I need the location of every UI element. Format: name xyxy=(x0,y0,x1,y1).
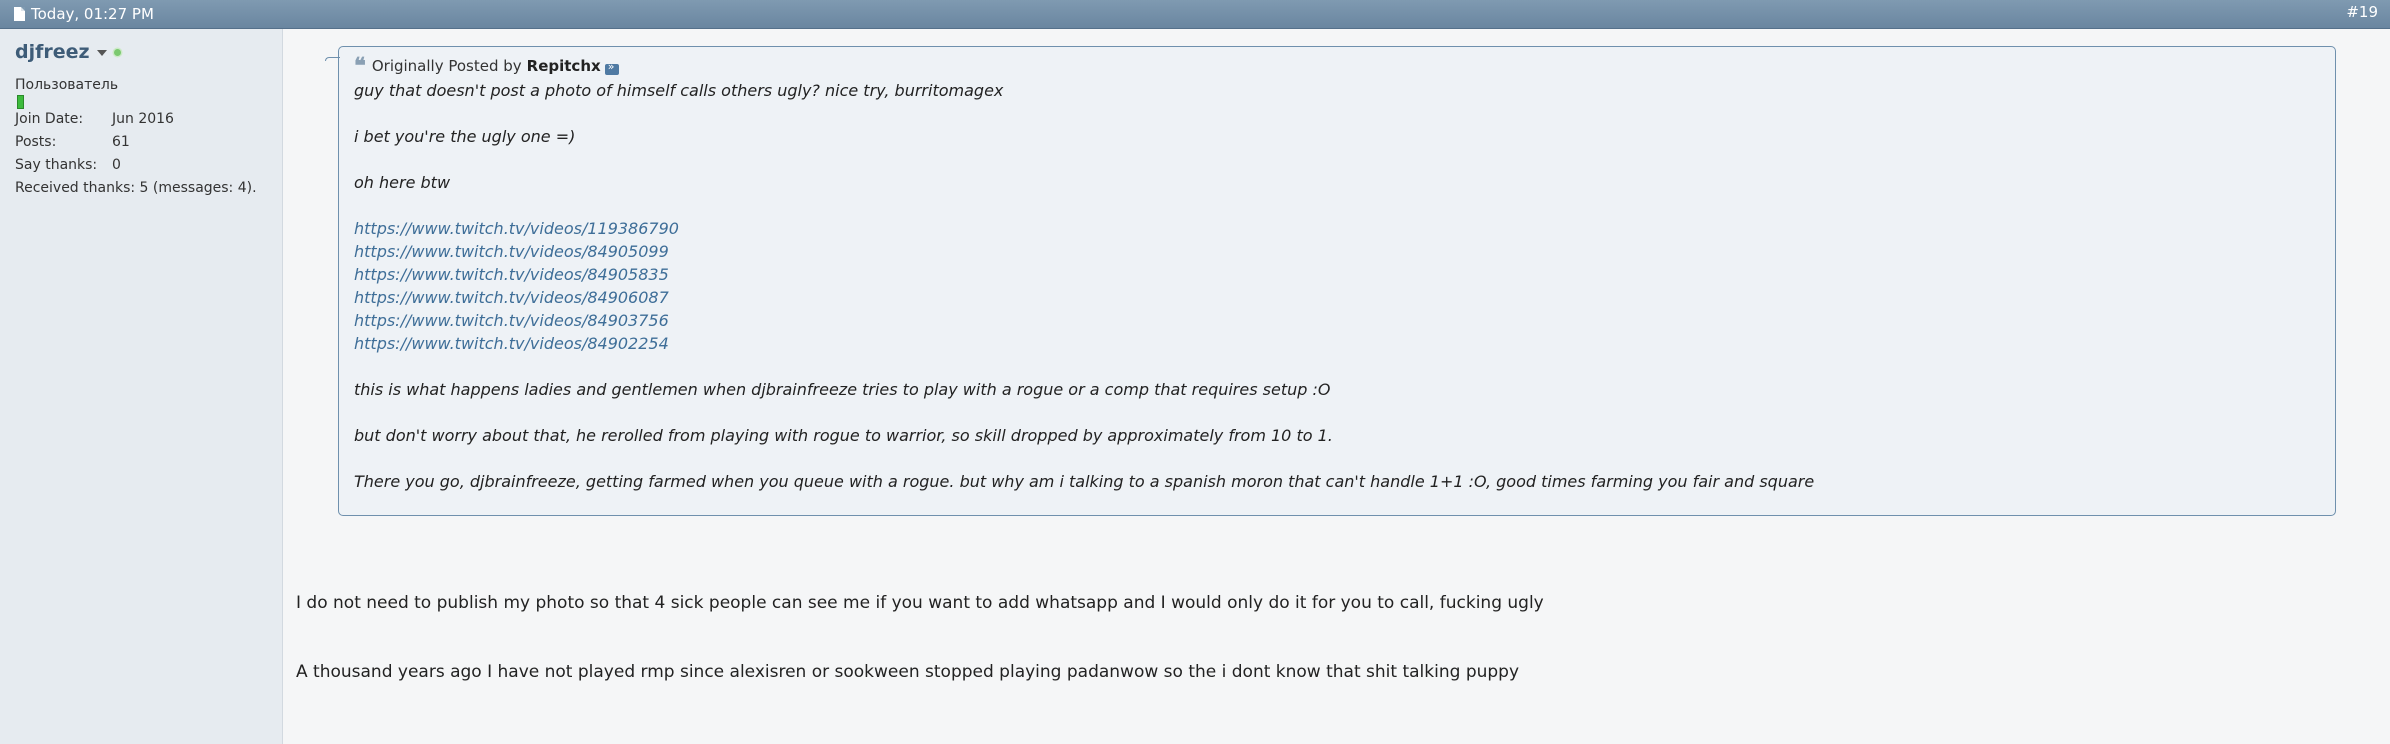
stat-label: Posts: xyxy=(15,134,57,150)
user-stats: Join Date: Jun 2016 Posts: 61 Say thanks… xyxy=(15,111,257,203)
video-link[interactable]: https://www.twitch.tv/videos/119386790 xyxy=(354,217,2320,240)
quote-box: ❝ Originally Posted by Repitchx guy that… xyxy=(325,46,2336,516)
post-header: Today, 01:27 PM #19 xyxy=(0,0,2390,29)
view-post-icon[interactable] xyxy=(604,60,619,75)
stat-label: Join Date: xyxy=(15,111,84,127)
video-link[interactable]: https://www.twitch.tv/videos/84905835 xyxy=(354,263,2320,286)
stat-received-thanks: Received thanks: 5 (messages: 4). xyxy=(15,180,257,196)
quote-icon: ❝ xyxy=(354,53,366,79)
quote-line: There you go, djbrainfreeze, getting far… xyxy=(354,472,1815,491)
post-date-text: Today, 01:27 PM xyxy=(31,5,154,23)
reply-paragraph: A thousand years ago I have not played r… xyxy=(296,662,1520,682)
quote-line: but don't worry about that, he rerolled … xyxy=(354,426,1333,445)
quote-line: i bet you're the ugly one =) xyxy=(354,127,576,146)
document-icon xyxy=(14,7,25,21)
quote-line: guy that doesn't post a photo of himself… xyxy=(354,81,1004,100)
quote-author: Repitchx xyxy=(526,57,601,75)
stat-value: 0 xyxy=(112,157,121,173)
post-number-link[interactable]: #19 xyxy=(2346,3,2378,21)
video-link[interactable]: https://www.twitch.tv/videos/84906087 xyxy=(354,286,2320,309)
username-link[interactable]: djfreez xyxy=(15,41,90,63)
stat-say-thanks: Say thanks: 0 xyxy=(15,157,257,180)
user-info-panel: djfreez Пользователь Join Date: Jun 2016… xyxy=(0,29,283,744)
stat-posts: Posts: 61 xyxy=(15,134,257,157)
quote-line: oh here btw xyxy=(354,173,451,192)
quote-header: ❝ Originally Posted by Repitchx xyxy=(354,53,2320,79)
stat-value: Jun 2016 xyxy=(112,111,174,127)
post-date: Today, 01:27 PM xyxy=(14,5,154,23)
quote-prefix: Originally Posted by xyxy=(371,57,522,75)
user-rank: Пользователь xyxy=(15,77,119,93)
video-link[interactable]: https://www.twitch.tv/videos/84905099 xyxy=(354,240,2320,263)
quote-line: this is what happens ladies and gentleme… xyxy=(354,380,1331,399)
video-link[interactable]: https://www.twitch.tv/videos/84903756 xyxy=(354,309,2320,332)
reply-paragraph: I do not need to publish my photo so tha… xyxy=(296,593,1544,613)
video-link[interactable]: https://www.twitch.tv/videos/84902254 xyxy=(354,332,2320,355)
post-content: ❝ Originally Posted by Repitchx guy that… xyxy=(283,29,2390,744)
user-menu-arrow-icon[interactable] xyxy=(96,50,107,56)
stat-join-date: Join Date: Jun 2016 xyxy=(15,111,257,134)
reputation-icon xyxy=(17,95,24,109)
online-status-icon xyxy=(113,48,121,56)
username-row: djfreez xyxy=(15,41,121,63)
stat-label: Say thanks: xyxy=(15,157,98,173)
stat-value: 61 xyxy=(112,134,130,150)
